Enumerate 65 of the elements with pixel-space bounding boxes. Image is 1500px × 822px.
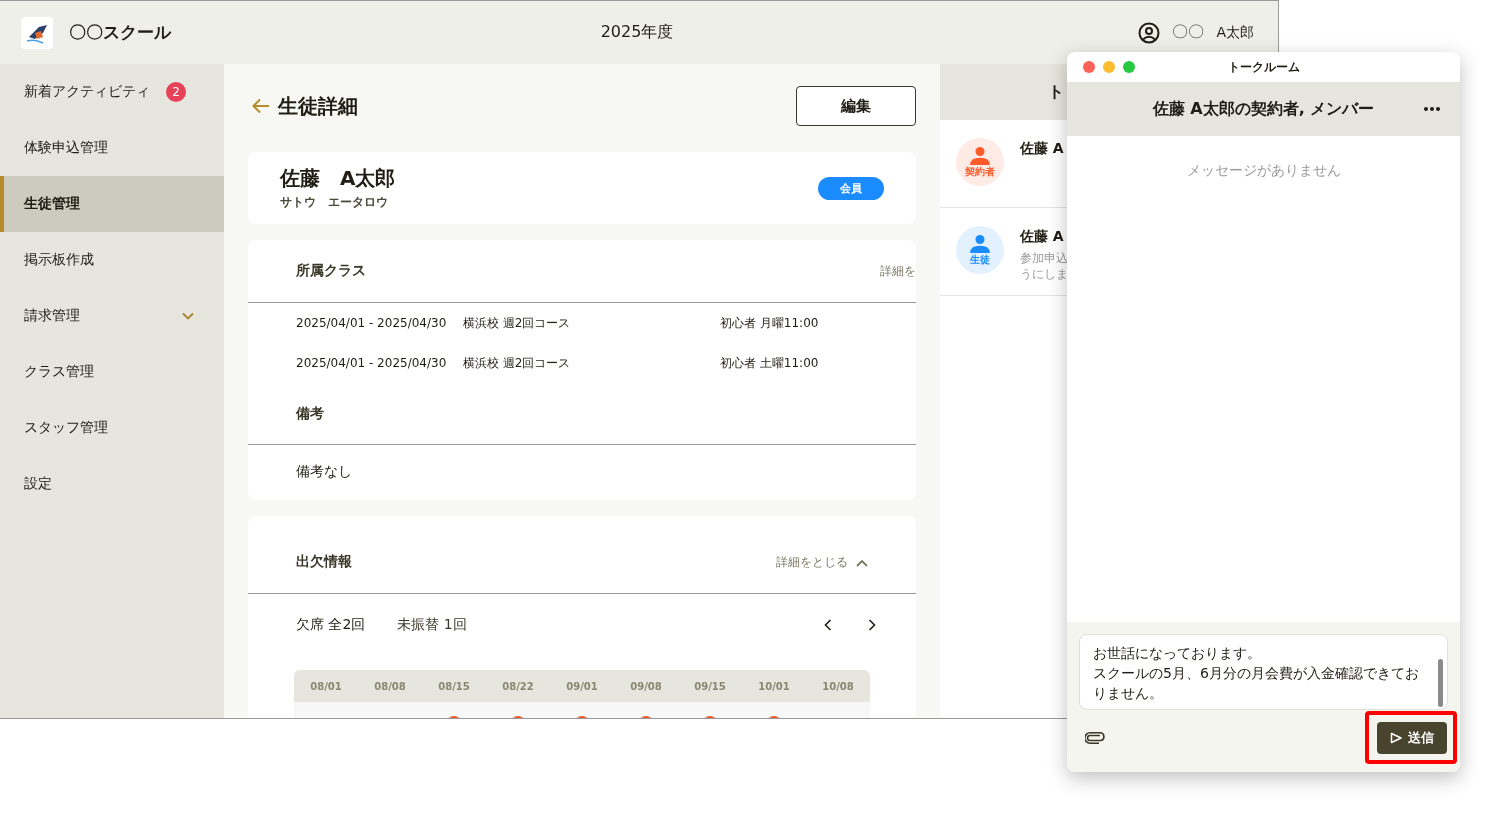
user-name: A太郎	[1216, 23, 1254, 42]
user-icon[interactable]	[1138, 21, 1161, 44]
more-icon[interactable]	[1424, 107, 1440, 111]
talk-name: 佐藤 A	[1020, 140, 1064, 158]
section-title: 所属クラス	[296, 262, 366, 280]
edit-button[interactable]: 編集	[796, 86, 916, 126]
sidebar-item[interactable]: 新着アクティビティ 2	[0, 64, 224, 120]
details-toggle[interactable]: 詳細をとじる	[776, 554, 848, 571]
page-title: 生徒詳細	[278, 92, 358, 120]
sidebar-item[interactable]: スタッフ管理	[0, 400, 224, 456]
student-kana: サトウ エータロウ	[280, 194, 389, 211]
unmoved-count: 未振替 1回	[397, 616, 467, 634]
close-button[interactable]	[1083, 61, 1095, 73]
date-header: 09/15	[693, 679, 727, 694]
logo-icon	[21, 16, 53, 49]
talk-list-title: ト	[1048, 81, 1064, 103]
date-header: 10/08	[821, 679, 855, 694]
talk-preview: 参加申込	[1020, 250, 1068, 266]
date-header: 08/08	[373, 679, 407, 694]
role-label: 生徒	[970, 254, 990, 265]
sidebar-item[interactable]: 生徒管理	[0, 176, 224, 232]
class-period: 2025/04/01 - 2025/04/30	[296, 316, 448, 330]
class-schedule: 初心者 月曜11:00	[720, 314, 819, 332]
send-icon	[1390, 732, 1402, 744]
absence-count: 欠席 全2回	[296, 616, 366, 634]
role-label: 契約者	[965, 166, 995, 177]
talk-name: 佐藤 A	[1020, 228, 1065, 246]
date-header: 09/08	[629, 679, 663, 694]
class-course: 横浜校 週2回コース	[463, 314, 572, 332]
sidebar-item[interactable]: 設定	[0, 456, 224, 512]
member-badge: 会員	[818, 176, 884, 200]
date-header: 08/01	[309, 679, 343, 694]
section-title: 備考	[296, 404, 324, 423]
school-name: 〇〇スクール	[69, 21, 171, 44]
send-button[interactable]: 送信	[1377, 722, 1447, 754]
previous-icon[interactable]	[824, 619, 832, 631]
section-title: 出欠情報	[296, 553, 352, 571]
talk-preview: うにしま	[1020, 266, 1068, 282]
count-badge: 2	[166, 82, 186, 102]
date-header: 08/15	[437, 679, 471, 694]
chevron-up-icon[interactable]	[856, 558, 868, 567]
next-icon[interactable]	[868, 619, 876, 631]
date-header: 10/01	[757, 679, 791, 694]
date-header: 08/22	[501, 679, 535, 694]
notes-text: 備考なし	[296, 463, 352, 481]
message-field[interactable]: お世話になっております。 スクールの5月、6月分の月会費が入金確認できておりません。	[1079, 634, 1448, 710]
date-header: 09/01	[565, 679, 599, 694]
user-org: 〇〇	[1172, 22, 1205, 43]
room-title: 佐藤 A太郎の契約者, メンバー	[1152, 98, 1375, 120]
sidebar-item[interactable]: 請求管理	[0, 288, 224, 344]
class-course: 横浜校 週2回コース	[463, 354, 572, 372]
scrollbar[interactable]	[1438, 659, 1443, 707]
paperclip-icon[interactable]	[1085, 732, 1105, 744]
empty-message: メッセージがありません	[1186, 162, 1341, 180]
class-period: 2025/04/01 - 2025/04/30	[296, 356, 448, 370]
sidebar-item[interactable]: 体験申込管理	[0, 120, 224, 176]
back-arrow-icon[interactable]	[252, 98, 270, 114]
fiscal-year: 2025年度	[600, 22, 674, 43]
sidebar-item[interactable]: クラス管理	[0, 344, 224, 400]
details-toggle[interactable]: 詳細を	[880, 262, 916, 280]
student-name: 佐藤 A太郎	[280, 165, 396, 192]
window-title: トークルーム	[1227, 58, 1300, 76]
sidebar-item[interactable]: 掲示板作成	[0, 232, 224, 288]
chevron-icon[interactable]	[182, 312, 194, 320]
class-schedule: 初心者 土曜11:00	[720, 354, 819, 372]
